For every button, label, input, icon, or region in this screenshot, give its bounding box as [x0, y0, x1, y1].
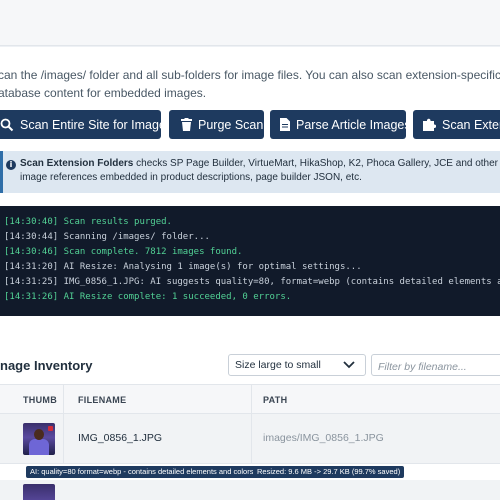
image-thumbnail[interactable] [23, 423, 55, 455]
scan-log-console: [14:30:40] Scan results purged. [14:30:4… [0, 206, 500, 316]
sort-select-value: Size large to small [235, 359, 321, 371]
scan-extensions-button[interactable]: Scan Extensions [413, 110, 500, 139]
log-line: [14:30:44] Scanning /images/ folder... [4, 232, 210, 242]
parse-article-images-button[interactable]: Parse Article Images [270, 110, 406, 139]
column-divider [251, 385, 252, 415]
intro-line-1: can the /images/ folder and all sub-fold… [0, 68, 500, 82]
resize-result-badge: Resized: 9.6 MB -> 29.7 KB (99.7% saved) [253, 466, 405, 478]
chevron-down-icon [343, 361, 355, 369]
info-callout: i Scan Extension Folders checks SP Page B… [0, 151, 500, 193]
row-filename: IMG_0856_1.JPG [78, 432, 163, 444]
log-line: [14:30:40] Scan results purged. [4, 217, 172, 227]
table-row[interactable] [0, 480, 500, 500]
table-row[interactable] [0, 414, 500, 464]
top-bar [0, 0, 500, 46]
intro-line-2: atabase content for embedded images. [0, 86, 207, 100]
table-header: THUMB FILENAME PATH [0, 384, 500, 415]
filter-input[interactable] [371, 354, 500, 376]
log-line: [14:31:25] IMG_0856_1.JPG: AI suggests q… [4, 277, 500, 287]
column-divider [63, 385, 64, 415]
log-line: [14:31:26] AI Resize complete: 1 succeed… [4, 292, 292, 302]
column-header-path: PATH [263, 395, 288, 405]
column-divider [251, 414, 252, 464]
column-header-filename: FILENAME [78, 395, 127, 405]
search-icon [0, 118, 14, 131]
purge-scan-button[interactable]: Purge Scan [169, 110, 264, 139]
parse-article-images-label: Parse Article Images [296, 117, 406, 132]
column-divider [63, 414, 64, 464]
log-line: [14:30:46] Scan complete. 7812 images fo… [4, 247, 243, 257]
row-path: images/IMG_0856_1.JPG [263, 432, 384, 444]
scan-site-button[interactable]: Scan Entire Site for Images [0, 110, 161, 139]
log-line: [14:31:20] AI Resize: Analysing 1 image(… [4, 262, 362, 272]
info-text-1: checks SP Page Builder, VirtueMart, Hika… [136, 158, 500, 169]
intro-text: can the /images/ folder and all sub-fold… [0, 66, 500, 102]
puzzle-icon [423, 118, 436, 131]
scan-site-label: Scan Entire Site for Images [20, 117, 161, 132]
sort-select[interactable]: Size large to small [228, 354, 366, 376]
column-header-thumb: THUMB [23, 395, 57, 405]
purge-scan-label: Purge Scan [198, 117, 264, 132]
trash-icon [181, 118, 192, 131]
image-thumbnail[interactable] [23, 484, 55, 500]
inventory-title: nage Inventory [0, 358, 93, 373]
info-text-2: image references embedded in product des… [20, 172, 362, 183]
scan-extensions-label: Scan Extensions [442, 117, 500, 132]
ai-suggestion-badge: AI: quality=80 format=webp - contains de… [26, 466, 258, 478]
info-icon: i [6, 160, 16, 170]
document-icon [280, 118, 290, 131]
info-title: Scan Extension Folders [20, 158, 134, 169]
